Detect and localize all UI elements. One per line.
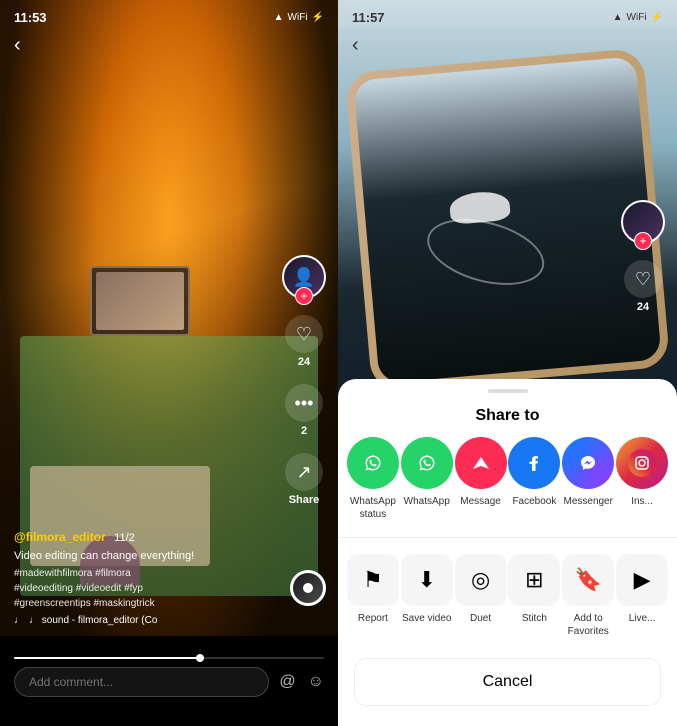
heart-icon: ♡	[285, 315, 323, 353]
left-bottom-bar: @ ☺	[0, 636, 338, 726]
video-caption: Video editing can change everything!	[14, 549, 278, 564]
right-follow-plus-icon[interactable]: +	[634, 232, 652, 250]
cancel-button[interactable]: Cancel	[354, 658, 661, 706]
comment-input[interactable]	[14, 667, 269, 697]
facebook-icon	[508, 437, 560, 489]
whatsapp-icon	[401, 437, 453, 489]
messenger-label: Messenger	[563, 495, 612, 508]
right-panel: 11:57 ▲ WiFi ⚡ ‹ + ♡ 24 Share to Wh	[338, 0, 677, 726]
share-action-duet[interactable]: ◎ Duet	[454, 554, 508, 638]
live-icon: ▶	[616, 554, 668, 606]
stitch-label: Stitch	[522, 612, 547, 625]
like-button[interactable]: ♡ 24	[285, 315, 323, 368]
instagram-label: Ins...	[631, 495, 653, 508]
music-disc[interactable]	[290, 570, 326, 606]
share-actions-row: ⚑ Report ⬇ Save video ◎ Duet ⊞ Stitch 🔖 …	[338, 546, 677, 654]
instagram-icon	[616, 437, 668, 489]
creator-username[interactable]: @filmora_editor	[14, 530, 106, 544]
left-back-button[interactable]: ‹	[14, 34, 21, 57]
favorites-icon: 🔖	[562, 554, 614, 606]
right-heart-icon: ♡	[624, 260, 662, 298]
share-action-live[interactable]: ▶ Live...	[615, 554, 669, 638]
share-icon: ↗	[285, 453, 323, 491]
like-count: 24	[298, 356, 310, 368]
share-action-save[interactable]: ⬇ Save video	[400, 554, 454, 638]
save-video-label: Save video	[402, 612, 451, 625]
avatar-placeholder-icon: 👤	[293, 267, 315, 288]
right-battery-icon: ⚡	[651, 12, 663, 23]
duet-icon: ◎	[455, 554, 507, 606]
right-side-actions: + ♡ 24	[621, 200, 665, 313]
progress-dot	[196, 654, 204, 662]
left-panel: 11:53 ▲ WiFi ⚡ ‹ 👤 + ♡ 24 ••• 2 ↗ Share	[0, 0, 338, 726]
whatsapp-label: WhatsApp	[404, 495, 450, 508]
share-action-report[interactable]: ⚑ Report	[346, 554, 400, 638]
sound-info[interactable]: ♩ ♩ sound - filmora_editor (Co	[14, 615, 278, 626]
whatsapp-status-label: WhatsApp status	[346, 495, 400, 521]
share-item-message[interactable]: Message	[454, 437, 508, 521]
comment-icon: •••	[285, 384, 323, 422]
share-item-whatsapp[interactable]: WhatsApp	[400, 437, 454, 521]
left-bottom-info: @filmora_editor 11/2 Video editing can c…	[14, 528, 278, 626]
save-video-icon: ⬇	[401, 554, 453, 606]
whatsapp-status-icon	[347, 437, 399, 489]
live-label: Live...	[629, 612, 656, 625]
share-action-favorites[interactable]: 🔖 Add to Favorites	[561, 554, 615, 638]
right-creator-avatar[interactable]: +	[621, 200, 665, 244]
wifi-icon: WiFi	[288, 12, 308, 23]
video-hashtags: #madewithfilmora #filmora #videoediting …	[14, 566, 278, 611]
share-item-messenger[interactable]: Messenger	[561, 437, 615, 521]
right-like-button[interactable]: ♡ 24	[624, 260, 662, 313]
phone-screen	[353, 56, 661, 384]
share-item-instagram[interactable]: Ins...	[615, 437, 669, 521]
message-label: Message	[460, 495, 501, 508]
emoji-icon[interactable]: ☺	[308, 673, 324, 691]
battery-icon: ⚡	[312, 12, 324, 23]
share-item-facebook[interactable]: Facebook	[507, 437, 561, 521]
sound-text: ♩ sound - filmora_editor (Co	[29, 615, 157, 626]
music-disc-inner	[303, 583, 313, 593]
share-label: Share	[289, 494, 320, 506]
mention-icon[interactable]: @	[279, 673, 295, 691]
left-status-icons: ▲ WiFi ⚡	[274, 12, 324, 23]
share-handle	[488, 389, 528, 393]
stitch-icon: ⊞	[508, 554, 560, 606]
creator-avatar[interactable]: 👤 +	[282, 255, 326, 299]
right-status-bar: 11:57 ▲ WiFi ⚡	[338, 0, 677, 28]
follow-plus-icon[interactable]: +	[295, 287, 313, 305]
favorites-label: Add to Favorites	[561, 612, 615, 638]
comment-emoji-buttons: @ ☺	[279, 673, 324, 691]
left-status-time: 11:53	[14, 10, 47, 25]
right-signal-icon: ▲	[613, 12, 623, 23]
share-button[interactable]: ↗ Share	[285, 453, 323, 506]
comment-count: 2	[301, 425, 307, 437]
progress-fill	[14, 657, 200, 659]
share-action-stitch[interactable]: ⊞ Stitch	[507, 554, 561, 638]
right-status-icons: ▲ WiFi ⚡	[613, 12, 663, 23]
right-like-count: 24	[637, 301, 649, 313]
message-icon	[455, 437, 507, 489]
right-wifi-icon: WiFi	[627, 12, 647, 23]
comment-button[interactable]: ••• 2	[285, 384, 323, 437]
share-item-whatsapp-status[interactable]: WhatsApp status	[346, 437, 400, 521]
left-side-actions: 👤 + ♡ 24 ••• 2 ↗ Share	[282, 255, 326, 506]
share-icons-row: WhatsApp status WhatsApp Message	[338, 437, 677, 537]
messenger-icon	[562, 437, 614, 489]
duet-label: Duet	[470, 612, 491, 625]
report-label: Report	[358, 612, 388, 625]
share-title: Share to	[338, 401, 677, 437]
comment-input-row: @ ☺	[0, 659, 338, 705]
post-num: 11/2	[114, 532, 135, 544]
left-status-bar: 11:53 ▲ WiFi ⚡	[0, 0, 338, 28]
facebook-label: Facebook	[512, 495, 556, 508]
share-sheet: Share to WhatsApp status WhatsApp	[338, 379, 677, 726]
share-divider	[338, 537, 677, 538]
report-icon: ⚑	[347, 554, 399, 606]
video-progress-bar[interactable]	[14, 657, 324, 659]
music-note-icon: ♩	[14, 615, 24, 626]
right-back-button[interactable]: ‹	[352, 34, 359, 57]
signal-icon: ▲	[274, 12, 284, 23]
right-status-time: 11:57	[352, 10, 385, 25]
